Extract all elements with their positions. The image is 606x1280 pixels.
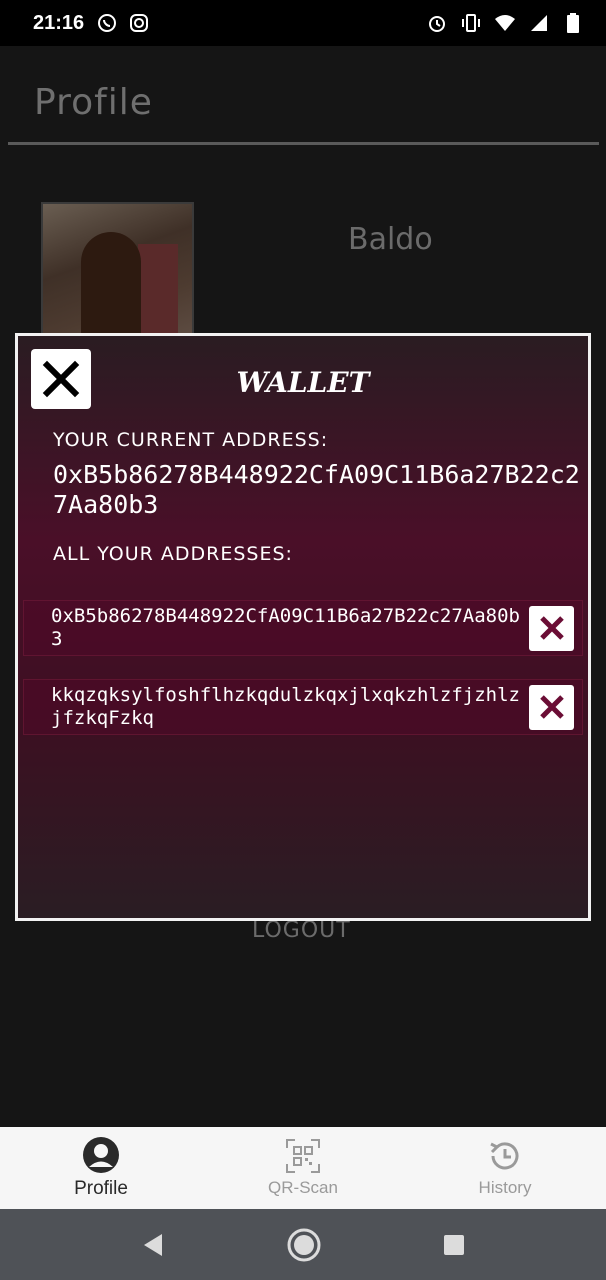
photo-rug xyxy=(138,244,178,340)
nav-item-profile[interactable]: Profile xyxy=(0,1127,202,1209)
alarm-icon xyxy=(426,12,448,34)
address-list-item[interactable]: kkqzqksylfoshflhzkqdulzkqxjlxqkzhlzfjzhl… xyxy=(23,679,583,735)
wifi-icon xyxy=(494,12,516,34)
page-title: Profile xyxy=(34,82,153,123)
delete-address-button[interactable] xyxy=(529,605,574,651)
nav-item-qr-scan[interactable]: QR-Scan xyxy=(202,1127,404,1209)
close-icon xyxy=(539,695,564,719)
instagram-icon xyxy=(128,12,150,34)
history-icon xyxy=(490,1142,519,1170)
qr-code-icon xyxy=(286,1139,320,1173)
whatsapp-icon xyxy=(96,12,118,34)
delete-address-button[interactable] xyxy=(529,684,574,730)
wallet-modal: WALLET YOUR CURRENT ADDRESS: 0xB5b86278B… xyxy=(15,333,591,921)
close-icon xyxy=(539,616,564,640)
back-icon[interactable] xyxy=(140,1232,166,1258)
signal-icon xyxy=(528,12,550,34)
account-circle-icon xyxy=(83,1137,119,1173)
battery-icon xyxy=(562,12,584,34)
logout-button[interactable]: LOGOUT xyxy=(252,918,351,943)
vibrate-icon xyxy=(460,12,482,34)
app-screen: 21:16 Profile Baldo LOGOUT WALLET YOUR C… xyxy=(0,0,606,1280)
bottom-navigation: Profile QR-Scan History xyxy=(0,1127,606,1209)
all-addresses-label: ALL YOUR ADDRESSES: xyxy=(53,543,293,565)
nav-label: History xyxy=(478,1178,532,1197)
current-address-label: YOUR CURRENT ADDRESS: xyxy=(53,429,329,451)
nav-label: QR-Scan xyxy=(268,1178,338,1197)
user-name: Baldo xyxy=(348,222,433,257)
modal-title: WALLET xyxy=(236,366,370,399)
recents-icon[interactable] xyxy=(442,1233,466,1257)
system-navigation-bar xyxy=(0,1209,606,1280)
nav-label: Profile xyxy=(74,1178,128,1199)
address-list-item[interactable]: 0xB5b86278B448922CfA09C11B6a27B22c27Aa80… xyxy=(23,600,583,656)
address-text: 0xB5b86278B448922CfA09C11B6a27B22c27Aa80… xyxy=(51,605,520,650)
status-bar: 21:16 xyxy=(0,0,606,46)
photo-dog xyxy=(81,232,141,340)
home-icon[interactable] xyxy=(286,1227,322,1263)
header-divider xyxy=(8,142,599,145)
status-time: 21:16 xyxy=(33,11,85,34)
profile-photo[interactable] xyxy=(41,202,194,342)
nav-item-history[interactable]: History xyxy=(404,1127,606,1209)
address-text: kkqzqksylfoshflhzkqdulzkqxjlxqkzhlzfjzhl… xyxy=(51,684,520,729)
current-address-value: 0xB5b86278B448922CfA09C11B6a27B22c27Aa80… xyxy=(53,460,580,519)
